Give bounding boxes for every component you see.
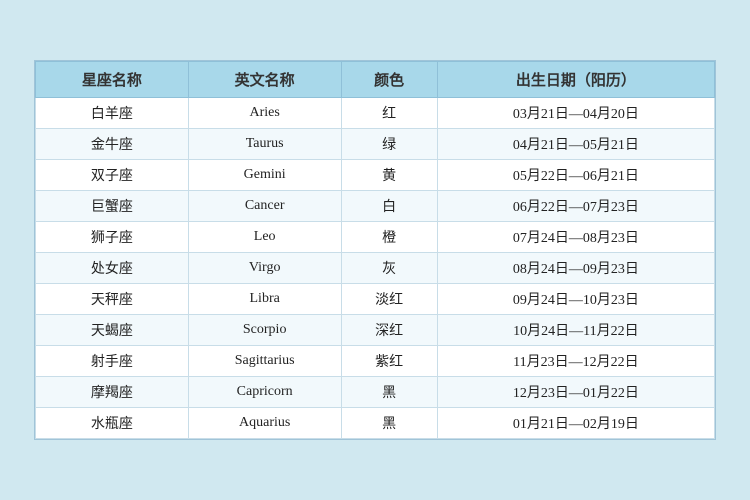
table-header-row: 星座名称 英文名称 颜色 出生日期（阳历） (36, 62, 715, 98)
table-cell: 狮子座 (36, 222, 189, 253)
table-cell: 05月22日—06月21日 (437, 160, 714, 191)
table-cell: Libra (188, 284, 341, 315)
table-cell: 08月24日—09月23日 (437, 253, 714, 284)
table-row: 巨蟹座Cancer白06月22日—07月23日 (36, 191, 715, 222)
table-cell: Cancer (188, 191, 341, 222)
table-cell: 处女座 (36, 253, 189, 284)
table-cell: 白羊座 (36, 98, 189, 129)
table-cell: Virgo (188, 253, 341, 284)
table-cell: Scorpio (188, 315, 341, 346)
table-cell: 01月21日—02月19日 (437, 408, 714, 439)
table-row: 双子座Gemini黄05月22日—06月21日 (36, 160, 715, 191)
table-cell: 射手座 (36, 346, 189, 377)
table-row: 天秤座Libra淡红09月24日—10月23日 (36, 284, 715, 315)
table-row: 金牛座Taurus绿04月21日—05月21日 (36, 129, 715, 160)
table-cell: 天秤座 (36, 284, 189, 315)
table-cell: 10月24日—11月22日 (437, 315, 714, 346)
header-color: 颜色 (341, 62, 437, 98)
table-cell: 绿 (341, 129, 437, 160)
table-cell: Aquarius (188, 408, 341, 439)
zodiac-table: 星座名称 英文名称 颜色 出生日期（阳历） 白羊座Aries红03月21日—04… (35, 61, 715, 439)
table-cell: 金牛座 (36, 129, 189, 160)
table-cell: Capricorn (188, 377, 341, 408)
table-cell: 白 (341, 191, 437, 222)
table-cell: 红 (341, 98, 437, 129)
table-row: 白羊座Aries红03月21日—04月20日 (36, 98, 715, 129)
table-cell: 天蝎座 (36, 315, 189, 346)
header-birth-date: 出生日期（阳历） (437, 62, 714, 98)
table-row: 水瓶座Aquarius黑01月21日—02月19日 (36, 408, 715, 439)
table-cell: 06月22日—07月23日 (437, 191, 714, 222)
table-cell: 摩羯座 (36, 377, 189, 408)
table-cell: 07月24日—08月23日 (437, 222, 714, 253)
table-cell: 深红 (341, 315, 437, 346)
table-row: 处女座Virgo灰08月24日—09月23日 (36, 253, 715, 284)
table-cell: 水瓶座 (36, 408, 189, 439)
table-cell: 双子座 (36, 160, 189, 191)
table-cell: 灰 (341, 253, 437, 284)
table-cell: 巨蟹座 (36, 191, 189, 222)
table-cell: Sagittarius (188, 346, 341, 377)
header-english-name: 英文名称 (188, 62, 341, 98)
table-body: 白羊座Aries红03月21日—04月20日金牛座Taurus绿04月21日—0… (36, 98, 715, 439)
table-row: 摩羯座Capricorn黑12月23日—01月22日 (36, 377, 715, 408)
table-cell: 淡红 (341, 284, 437, 315)
table-cell: 03月21日—04月20日 (437, 98, 714, 129)
table-cell: 黑 (341, 408, 437, 439)
table-cell: 12月23日—01月22日 (437, 377, 714, 408)
table-cell: 黄 (341, 160, 437, 191)
header-chinese-name: 星座名称 (36, 62, 189, 98)
table-cell: Aries (188, 98, 341, 129)
table-cell: 紫红 (341, 346, 437, 377)
table-cell: Gemini (188, 160, 341, 191)
table-row: 射手座Sagittarius紫红11月23日—12月22日 (36, 346, 715, 377)
table-cell: 橙 (341, 222, 437, 253)
table-row: 狮子座Leo橙07月24日—08月23日 (36, 222, 715, 253)
zodiac-table-container: 星座名称 英文名称 颜色 出生日期（阳历） 白羊座Aries红03月21日—04… (34, 60, 716, 440)
table-cell: 09月24日—10月23日 (437, 284, 714, 315)
table-cell: Taurus (188, 129, 341, 160)
table-row: 天蝎座Scorpio深红10月24日—11月22日 (36, 315, 715, 346)
table-cell: 11月23日—12月22日 (437, 346, 714, 377)
table-cell: 04月21日—05月21日 (437, 129, 714, 160)
table-cell: 黑 (341, 377, 437, 408)
table-cell: Leo (188, 222, 341, 253)
